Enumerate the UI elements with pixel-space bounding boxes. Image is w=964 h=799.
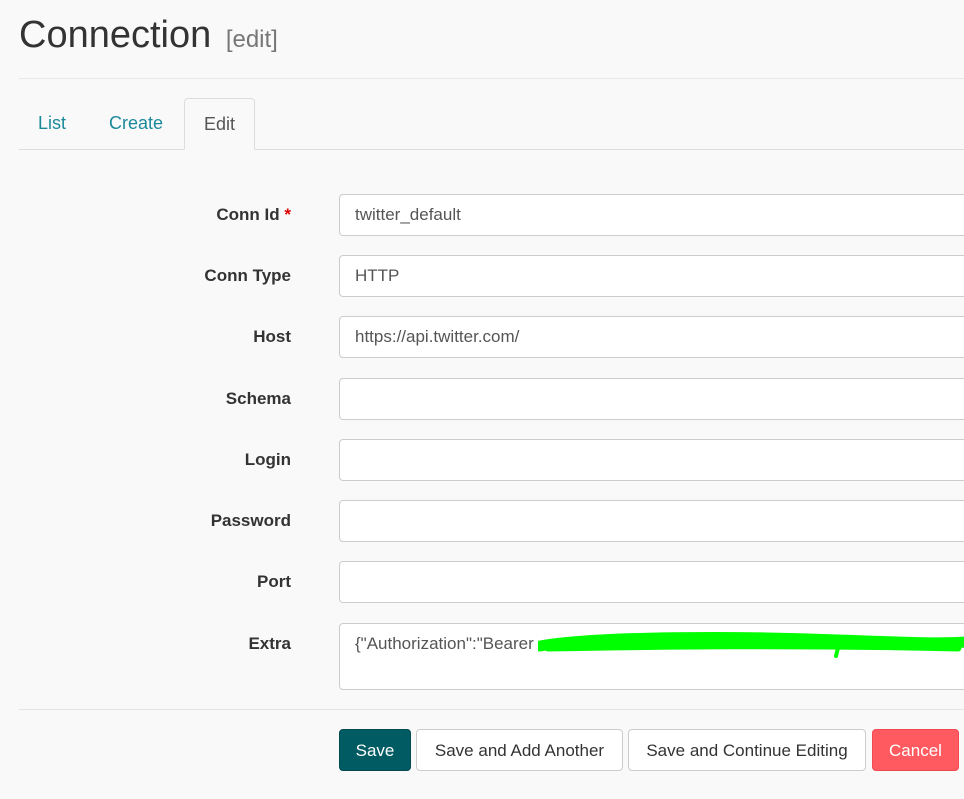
conn-type-select[interactable]: HTTP <box>339 255 964 297</box>
form-row-login: Login <box>0 439 964 481</box>
form-row-password: Password <box>0 500 964 542</box>
extra-textarea[interactable]: {"Authorization":"Bearer <box>339 623 964 690</box>
form-row-schema: Schema <box>0 378 964 420</box>
save-button[interactable]: Save <box>339 729 411 771</box>
save-and-add-another-button[interactable]: Save and Add Another <box>416 729 623 771</box>
page-title: Connection [edit] <box>19 14 278 57</box>
form-row-port: Port <box>0 561 964 603</box>
title-text: Connection <box>19 14 212 56</box>
tab-create[interactable]: Create <box>90 98 182 149</box>
schema-input[interactable] <box>339 378 964 420</box>
page-subtitle: [edit] <box>225 26 278 53</box>
divider <box>19 709 964 710</box>
login-label: Login <box>244 450 291 469</box>
password-input[interactable] <box>339 500 964 542</box>
extra-label: Extra <box>248 634 291 653</box>
conn-id-label: Conn Id * <box>216 194 291 236</box>
required-marker: * <box>284 205 291 224</box>
tab-list[interactable]: List <box>19 98 85 149</box>
cancel-button[interactable]: Cancel <box>872 729 959 771</box>
tab-edit[interactable]: Edit <box>184 98 256 150</box>
host-label: Host <box>253 327 291 346</box>
password-label: Password <box>210 511 291 530</box>
host-input[interactable]: https://api.twitter.com/ <box>339 316 964 358</box>
tab-bar: List Create Edit <box>19 98 964 150</box>
form-row-extra: Extra {"Authorization":"Bearer <box>0 623 964 690</box>
port-input[interactable] <box>339 561 964 603</box>
save-and-continue-editing-button[interactable]: Save and Continue Editing <box>628 729 866 771</box>
form-row-host: Host https://api.twitter.com/ <box>0 316 964 358</box>
port-label: Port <box>257 572 291 591</box>
label-text: Conn Id <box>216 205 280 224</box>
schema-label: Schema <box>225 389 291 408</box>
conn-id-input[interactable]: twitter_default <box>339 194 964 236</box>
conn-type-label: Conn Type <box>204 266 291 285</box>
form-row-conn-type: Conn Type HTTP <box>0 255 964 297</box>
login-input[interactable] <box>339 439 964 481</box>
form-row-conn-id: Conn Id * twitter_default <box>0 194 964 236</box>
divider <box>19 78 964 79</box>
